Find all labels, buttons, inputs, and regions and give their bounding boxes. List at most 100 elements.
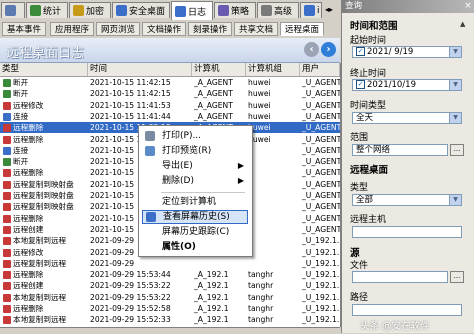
cell-type: 远程删除 — [13, 213, 44, 223]
top-tab-bar: 统计 加密 安全桌面 日志 策略 高级 i ◂▸ — [0, 0, 340, 21]
column-header-user[interactable]: 用户 — [300, 63, 340, 76]
cell-time: 2021-09-29 15:53:22 — [90, 281, 171, 291]
column-header-type[interactable]: 类型 — [0, 63, 88, 76]
subtab-shared-docs[interactable]: 共享文档 — [234, 22, 279, 36]
tab-log[interactable]: 日志 — [171, 1, 213, 20]
cell-user: _U_AGENT. — [302, 157, 340, 167]
event-type-icon — [3, 146, 11, 155]
chevron-down-icon[interactable]: ▼ — [449, 195, 461, 205]
tab-advanced[interactable]: 高级 — [257, 2, 299, 18]
menu-item-delete[interactable]: 删除(D) ▶ — [142, 174, 248, 188]
checkbox-icon[interactable]: ✓ — [356, 47, 365, 56]
event-type-icon — [3, 112, 11, 121]
cell-user: _U_192.1. — [302, 315, 340, 325]
event-type-icon — [3, 259, 11, 268]
cell-computer: _A_192.1 — [194, 281, 229, 291]
cell-user: _U_192.1. — [302, 258, 340, 268]
subtab-remote-desktop[interactable]: 远程桌面 — [280, 22, 325, 36]
cell-type: 远程复制到远程 — [13, 258, 67, 268]
cell-time: 2021-09-29 15:52:33 — [90, 315, 171, 325]
path-input[interactable] — [352, 304, 462, 316]
table-row[interactable]: 远程复制到远程 2021-09-29 _U_192.1. — [0, 258, 340, 269]
event-type-icon — [3, 101, 11, 110]
event-type-icon — [3, 316, 11, 325]
scope-label: 范围 — [350, 133, 369, 143]
start-time-picker[interactable]: ✓ 2021/ 9/19 ▼ — [352, 46, 462, 58]
remote-host-input[interactable] — [352, 226, 462, 238]
cell-type: 远程删除 — [13, 304, 44, 313]
back-icon[interactable]: ‹ — [304, 42, 319, 57]
scope-value: 整个网络 — [356, 145, 391, 155]
event-type-icon — [3, 237, 11, 246]
table-row[interactable]: 本地复制到远程 2021-09-29 15:53:22 _A_192.1 tanghr… — [0, 292, 340, 303]
file-browse-button[interactable]: ... — [450, 271, 464, 283]
cell-group: huwei — [248, 89, 271, 99]
menu-item-locate-computer[interactable]: 定位到计算机 — [142, 195, 248, 209]
tab-scroll-arrows[interactable]: ◂▸ — [325, 5, 333, 14]
column-header-computer[interactable]: 计算机 — [192, 63, 246, 76]
cell-computer: _A_192.1 — [194, 304, 229, 313]
scope-field[interactable]: 整个网络 — [352, 144, 448, 156]
subtab-document-ops[interactable]: 文档操作 — [142, 22, 187, 36]
menu-item-label: 打印(P)... — [162, 131, 202, 141]
table-row[interactable]: 断开 2021-10-15 11:42:15 _A_AGENT huwei _U_AGE… — [0, 77, 340, 88]
table-row[interactable]: 断开 2021-10-15 11:42:15 _A_AGENT huwei _U_AGE… — [0, 88, 340, 99]
cell-group: tanghr — [248, 292, 274, 302]
collapse-icon[interactable]: ▲ — [460, 20, 465, 28]
start-time-value: 2021/ 9/19 — [367, 47, 414, 57]
event-type-icon — [3, 225, 11, 234]
event-type-icon — [3, 293, 11, 302]
forward-icon[interactable]: › — [321, 42, 336, 57]
cell-group: huwei — [248, 111, 271, 121]
chevron-down-icon[interactable]: ▼ — [449, 113, 461, 123]
type-label: 类型 — [350, 183, 369, 193]
checkbox-icon[interactable]: ✓ — [356, 80, 365, 89]
table-row[interactable]: 远程删除 2021-09-29 15:53:44 _A_192.1 tanghr _U_… — [0, 269, 340, 280]
table-row[interactable]: 连接 2021-10-15 11:41:44 _A_AGENT huwei _U_AGE… — [0, 111, 340, 122]
start-time-label: 起始时间 — [350, 36, 387, 46]
chevron-down-icon[interactable]: ▼ — [449, 47, 461, 57]
menu-item-print-preview[interactable]: 打印预览(R) — [142, 144, 248, 158]
tab-info[interactable]: i — [300, 2, 322, 18]
cell-group: huwei — [248, 123, 271, 133]
time-type-select[interactable]: 全天 ▼ — [352, 112, 462, 124]
screen-history-icon — [146, 212, 156, 222]
menu-item-view-screen-history[interactable]: 查看屏幕历史(S) — [142, 210, 248, 224]
tab-safe-desktop[interactable]: 安全桌面 — [112, 2, 170, 18]
cell-time: 2021-10-15 11:42:15 — [90, 78, 171, 87]
end-time-picker[interactable]: ✓ 2021/10/19 ▼ — [352, 79, 462, 91]
table-row[interactable]: 本地复制到远程 2021-09-29 15:52:33 _A_192.1 tanghr… — [0, 314, 340, 325]
menu-item-properties[interactable]: 属性(O) — [142, 240, 248, 254]
type-select[interactable]: 全部 ▼ — [352, 194, 462, 206]
table-row[interactable]: 远程修改 2021-10-15 11:41:53 _A_AGENT huwei _U_A… — [0, 100, 340, 111]
table-row[interactable]: 远程创建 2021-09-29 15:53:22 _A_192.1 tanghr _U_… — [0, 280, 340, 291]
subtab-basic-events[interactable]: 基本事件 — [2, 22, 47, 36]
file-input[interactable] — [352, 271, 448, 283]
cell-user: _U_192.1. — [302, 281, 340, 291]
event-type-icon — [3, 282, 11, 291]
menu-item-print[interactable]: 打印(P)... — [142, 129, 248, 143]
context-menu: 打印(P)... 打印预览(R) 导出(E) ▶ 删除(D) ▶ 定位到计算机 查看… — [138, 125, 253, 257]
subtab-web-browsing[interactable]: 网页浏览 — [96, 22, 141, 36]
tab-stats[interactable]: 统计 — [26, 2, 68, 18]
cell-group: tanghr — [248, 281, 274, 291]
tab-computer[interactable] — [1, 2, 25, 18]
tab-encrypt[interactable]: 加密 — [69, 2, 111, 18]
event-type-icon — [3, 305, 11, 313]
close-icon[interactable]: × — [463, 1, 473, 11]
chevron-down-icon[interactable]: ▼ — [449, 80, 461, 90]
tab-policy[interactable]: 策略 — [214, 2, 256, 18]
column-header-time[interactable]: 时间 — [88, 63, 192, 76]
subtab-burn-ops[interactable]: 刻录操作 — [188, 22, 233, 36]
cell-type: 远程复制到映射盘 — [13, 202, 74, 212]
table-row[interactable]: 远程删除 2021-09-29 15:52:58 _A_192.1 tanghr _U_… — [0, 303, 340, 314]
cell-time: 2021-10-15 11:42:15 — [90, 89, 171, 99]
advanced-icon — [261, 5, 272, 16]
column-header-group[interactable]: 计算机组 — [246, 63, 300, 76]
menu-item-screen-history-tracking[interactable]: 屏幕历史跟踪(C) — [142, 225, 248, 239]
menu-item-export[interactable]: 导出(E) ▶ — [142, 159, 248, 173]
scope-browse-button[interactable]: ... — [450, 144, 464, 156]
cell-type: 本地复制到远程 — [13, 292, 67, 302]
subtab-applications[interactable]: 应用程序 — [50, 22, 95, 36]
cell-type: 远程复制到映射盘 — [13, 191, 74, 200]
